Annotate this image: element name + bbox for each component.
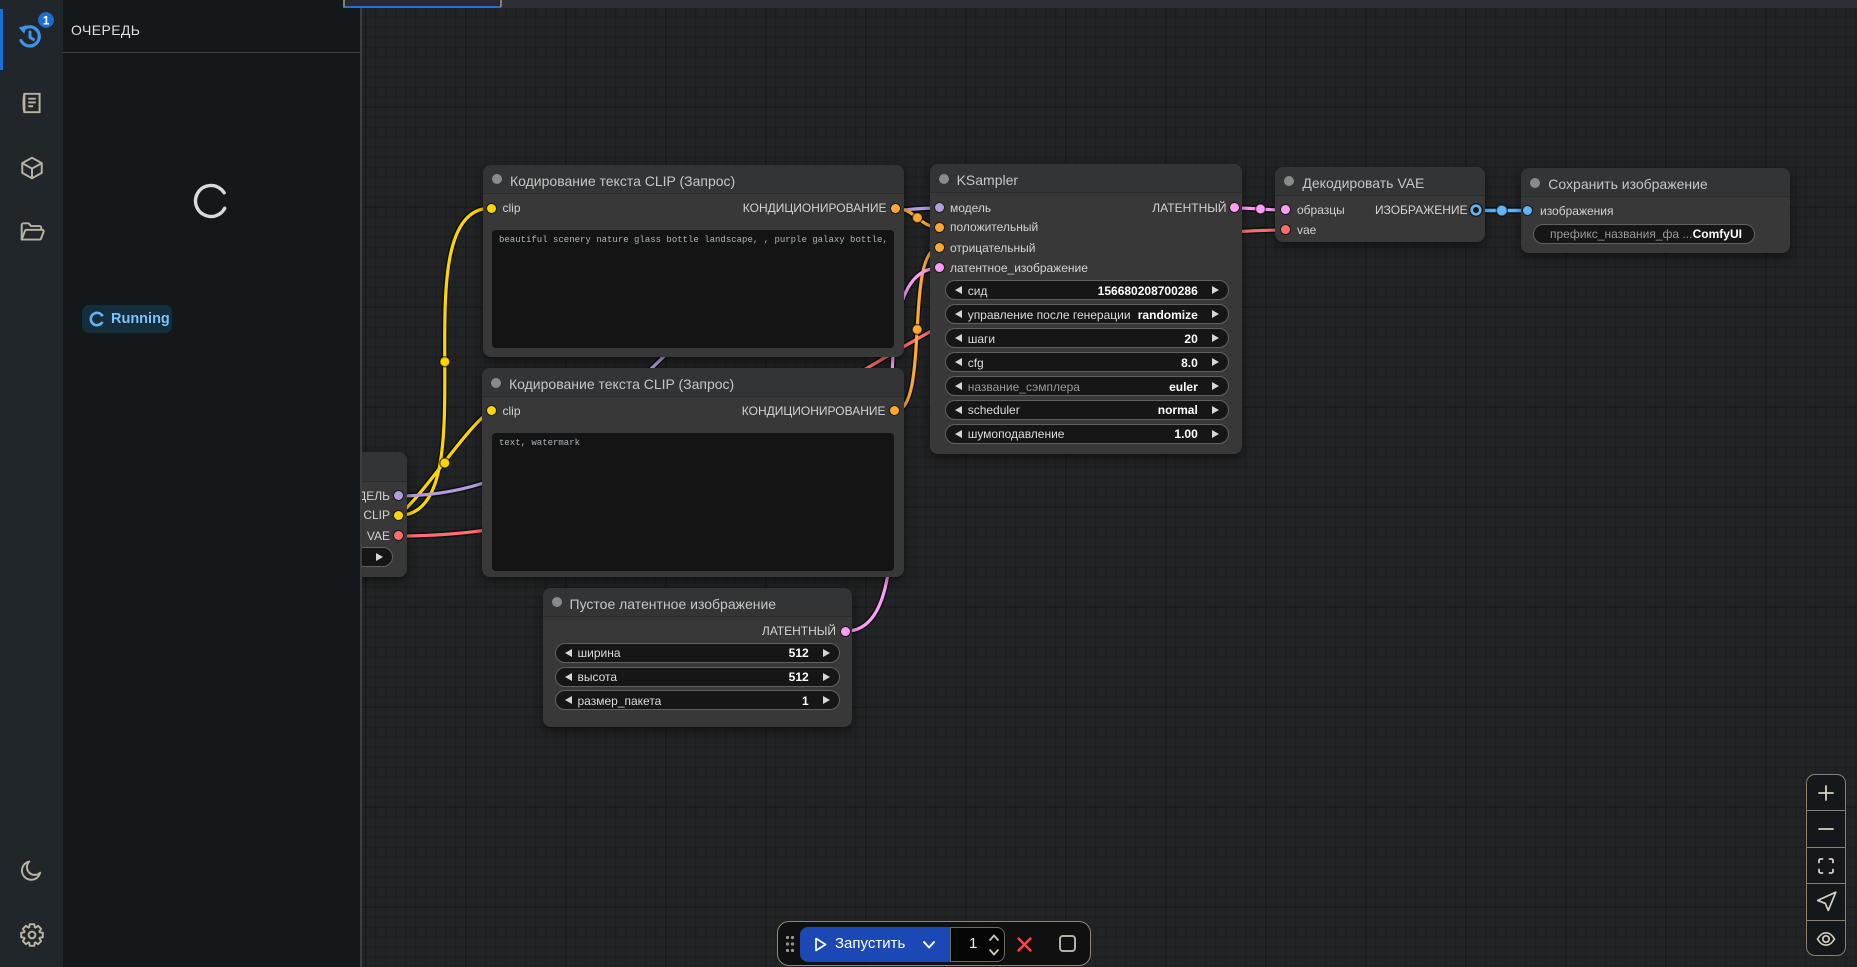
svg-text:1: 1 [43,13,50,27]
